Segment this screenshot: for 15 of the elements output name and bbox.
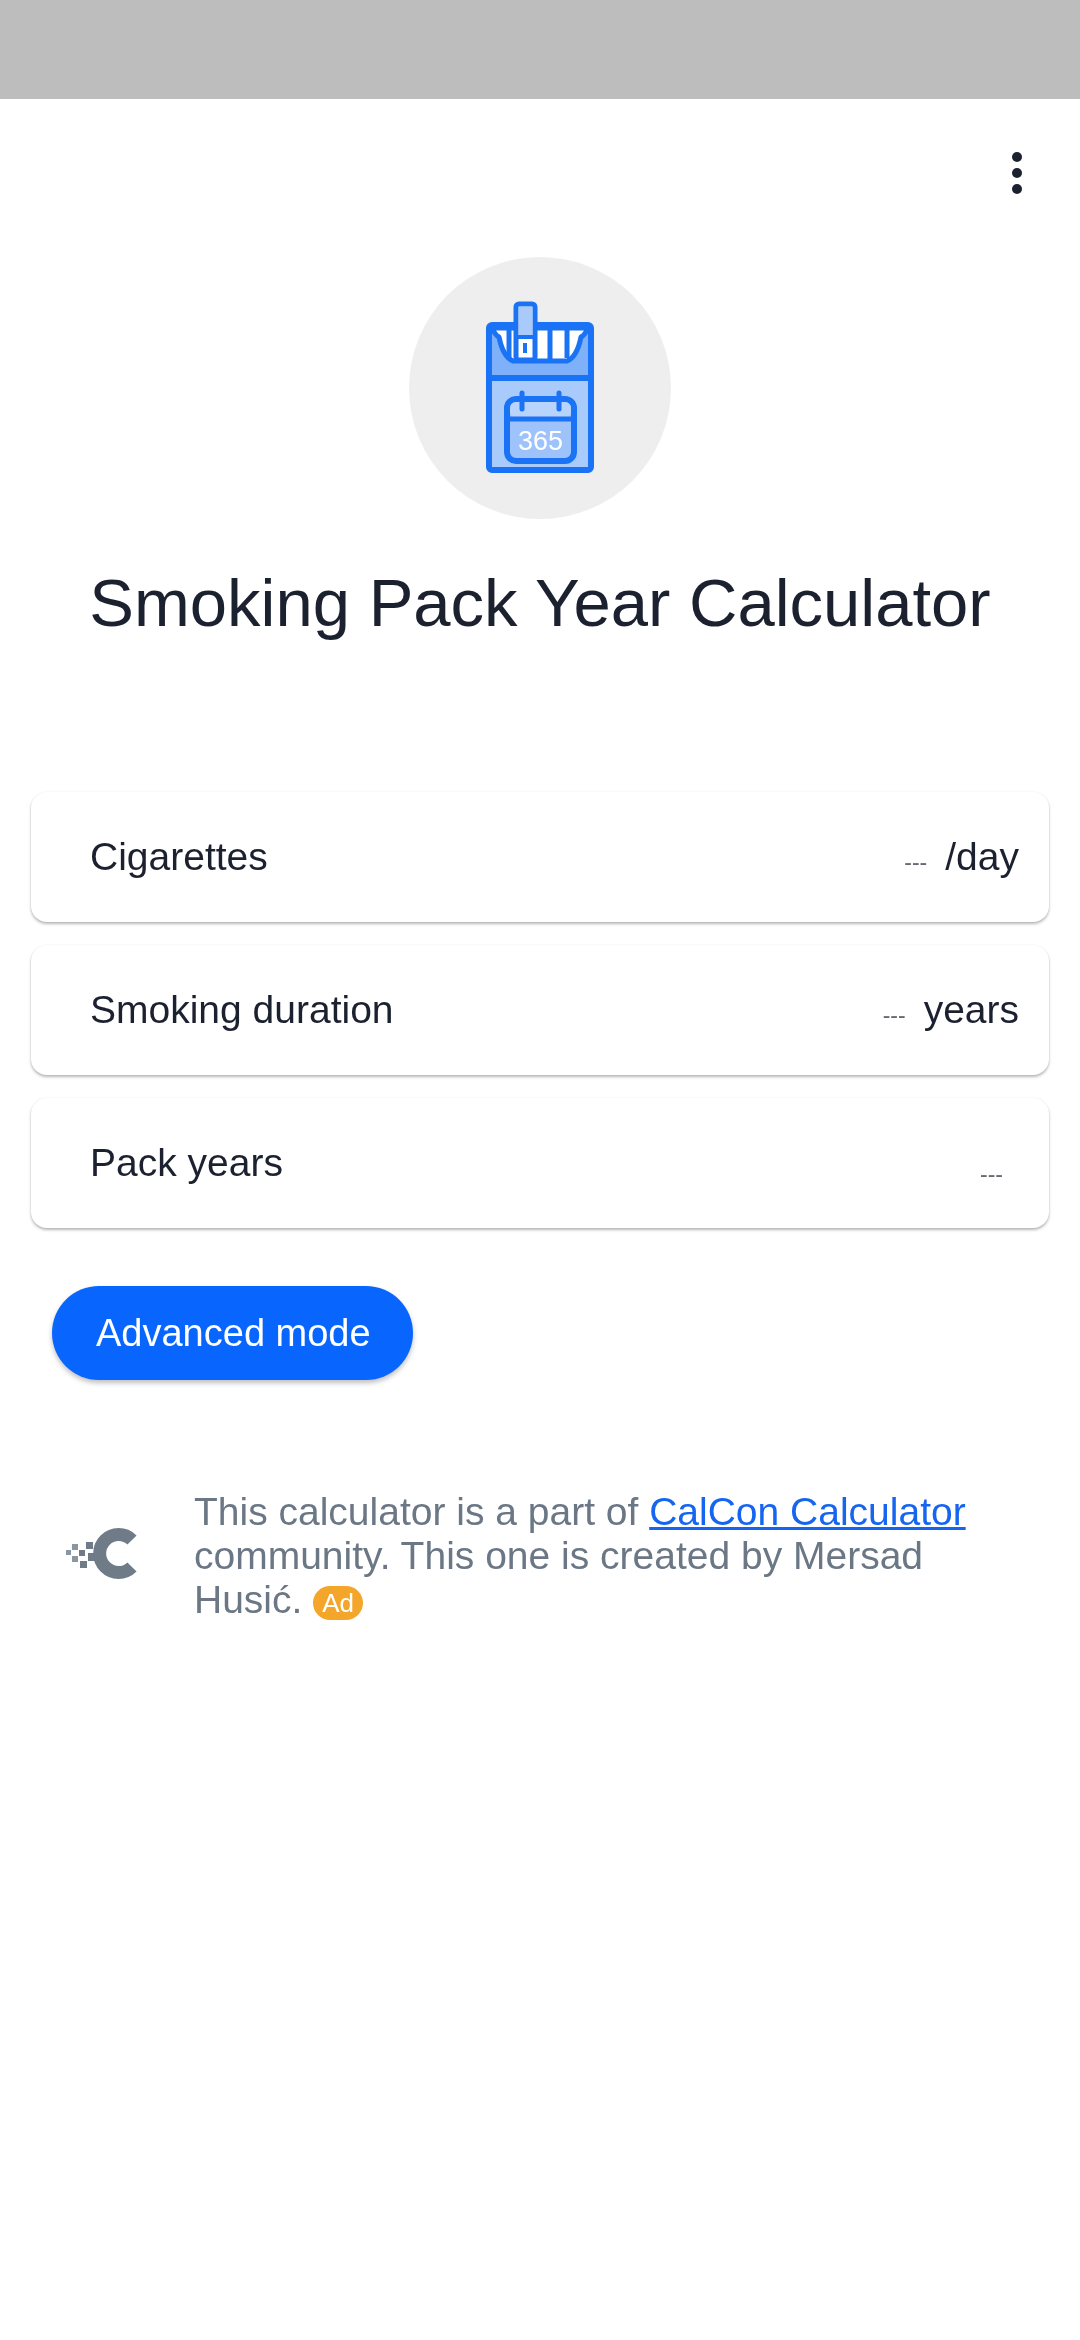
unit-label: years	[923, 988, 1019, 1032]
number-input[interactable]: ---	[873, 1002, 906, 1029]
cigarette-pack-icon: 365	[409, 257, 671, 519]
footer-text: This calculator is a part of CalCon Calculator community. This one is created by Mersad Husić. Ad	[194, 1490, 967, 1622]
result-field[interactable]: ---	[971, 1160, 1003, 1188]
calcon-link[interactable]: CalCon Calculator	[649, 1490, 966, 1533]
more-options-icon[interactable]	[1012, 152, 1022, 194]
app-title: Smoking Pack Year Calculator	[89, 564, 991, 642]
field-label: Smoking duration	[90, 988, 394, 1032]
advanced-mode-button[interactable]: Advanced mode	[52, 1286, 413, 1380]
number-input[interactable]: ---	[895, 849, 928, 876]
ad-badge: Ad	[313, 1585, 363, 1620]
field-label: Cigarettes	[90, 835, 268, 879]
unit-label: /day	[945, 835, 1019, 879]
field-label: Pack years	[90, 1141, 283, 1185]
